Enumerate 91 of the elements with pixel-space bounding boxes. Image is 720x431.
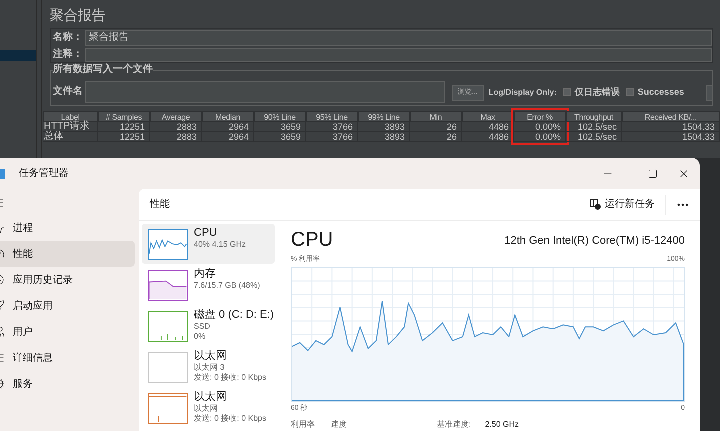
nav-label: 性能 [13,248,33,262]
log-display-label: Log/Display Only: [488,87,557,99]
table-cell: 0.00% [514,132,566,142]
column-header[interactable]: Error % [514,111,566,122]
column-header[interactable]: 99% Line [358,111,410,122]
comment-field[interactable] [85,48,712,62]
nav-icon [0,300,5,312]
panel-button[interactable] [706,85,712,101]
column-header[interactable]: Average [150,111,202,122]
device-item[interactable]: CPU 40% 4.15 GHz [142,224,275,264]
table-cell: 3766 [306,132,358,142]
table-cell: 3766 [306,122,358,132]
table-cell: 2964 [202,122,254,132]
device-name: CPU [194,227,218,240]
window-title: 任务管理器 [19,167,69,181]
nav-icon [0,248,5,260]
cpu-model: 12th Gen Intel(R) Core(TM) i5-12400 [504,234,685,248]
nav-label: 应用历史记录 [13,274,73,288]
checkbox[interactable] [626,88,634,96]
run-task-button[interactable]: 运行新任务 [590,194,666,214]
table-cell: 0.00% [514,122,566,132]
nav-icon [0,326,5,338]
table-cell: 3893 [358,132,410,142]
panel-title: 聚合报告 [50,6,107,25]
column-header[interactable]: 95% Line [306,111,358,122]
column-header[interactable]: # Samples [98,111,150,122]
device-detail: SSD [194,322,212,332]
field-label: 名称： [52,30,84,45]
table-cell: 3659 [254,132,306,142]
nav-label: 服务 [13,378,33,392]
device-detail: 7.6/15.7 GB (48%) [194,281,260,291]
checkbox[interactable] [562,88,571,96]
device-detail: 0% [194,332,207,342]
nav-label: 用户 [13,326,33,340]
table-cell: 12251 [98,122,150,132]
maximize-icon[interactable] [648,168,658,178]
column-header[interactable]: Min [410,111,462,122]
device-detail: 以太网 3 [194,363,226,373]
device-detail: 发送: 0 接收: 0 Kbps [194,414,266,424]
stat-label: 基准速度: [437,420,472,430]
table-cell: 26 [410,122,462,132]
column-header[interactable]: Max [462,111,514,122]
table-cell: 2964 [202,132,254,142]
stat-label: 速度 [331,420,347,430]
table-cell: 26 [410,132,462,142]
column-header[interactable]: Throughput [566,111,622,122]
nav-icon [0,352,5,364]
nav-label: 详细信息 [13,352,53,366]
new-task-icon [590,199,601,210]
nav-label: 进程 [13,222,33,236]
nav-icon [0,378,5,390]
column-header[interactable]: Label [43,111,98,122]
checkbox-label: 仅日志错误 [574,86,620,98]
checkbox-label: Successes [638,86,684,98]
table-cell: 2883 [150,132,202,142]
field-label: 注释： [52,47,84,62]
nav-item[interactable]: 性能 [0,241,135,267]
section-title: 性能 [150,198,170,212]
column-header[interactable]: Median [202,111,254,122]
device-name: 内存 [194,268,217,281]
table-cell: 102.5/sec [566,132,622,142]
file-name-field[interactable] [85,81,445,103]
name-field[interactable]: 聚合报告 [85,30,712,46]
column-header[interactable]: 90% Line [254,111,306,122]
table-cell: 12251 [98,132,150,142]
column-header[interactable]: Received KB/... [622,111,720,122]
table-cell: 3893 [358,122,410,132]
group-title: 所有数据写入一个文件 [53,64,153,76]
stat-value: 2.50 GHz [485,420,520,430]
device-detail: 以太网 [194,404,219,414]
table-cell: 102.5/sec [566,122,622,132]
field-label: 文件名 [53,86,83,98]
device-detail: 发送: 0 接收: 0 Kbps [194,373,266,383]
table-cell: 总体 [43,132,98,142]
table-cell: 2883 [150,122,202,132]
table-cell: HTTP请求 [43,122,98,132]
nav-label: 启动应用 [13,300,53,314]
table-cell: 3659 [254,122,306,132]
table-cell: 4486 [462,132,514,142]
device-detail: 40% 4.15 GHz [194,240,246,250]
app-icon [0,168,5,178]
nav-icon [0,274,5,286]
menu-icon[interactable] [0,197,5,209]
table-cell: 4486 [462,122,514,132]
table-cell: 1504.33 [622,122,720,132]
detail-title: CPU [291,229,334,251]
device-name: 以太网 [194,350,228,363]
device-name: 磁盘 0 (C: D: E:) [194,309,274,322]
stat-label: 利用率 [291,420,315,430]
table-cell: 1504.33 [622,132,720,142]
device-name: 以太网 [194,391,228,404]
